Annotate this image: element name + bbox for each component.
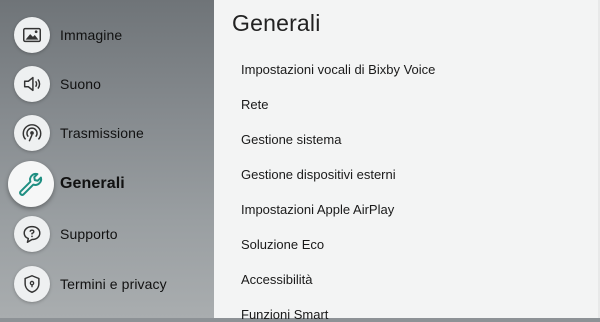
menu-item-rete[interactable]: Rete — [241, 97, 268, 112]
sidebar-item-label: Trasmissione — [60, 125, 144, 141]
menu-item-accessibilita[interactable]: Accessibilità — [241, 272, 313, 287]
speaker-icon — [14, 66, 50, 102]
shield-lock-icon — [14, 266, 50, 302]
sidebar-item-supporto[interactable]: Supporto — [0, 212, 214, 256]
menu-item-gestione-dispositivi-esterni[interactable]: Gestione dispositivi esterni — [241, 167, 396, 182]
wrench-icon — [8, 161, 54, 207]
menu-item-bixby-voice[interactable]: Impostazioni vocali di Bixby Voice — [241, 62, 435, 77]
menu-item-gestione-sistema[interactable]: Gestione sistema — [241, 132, 341, 147]
broadcast-icon — [14, 115, 50, 151]
sidebar-item-termini-e-privacy[interactable]: Termini e privacy — [0, 262, 214, 306]
support-chat-icon — [14, 216, 50, 252]
settings-panel: Generali Impostazioni vocali di Bixby Vo… — [214, 0, 600, 322]
sidebar-item-suono[interactable]: Suono — [0, 62, 214, 106]
picture-icon — [14, 17, 50, 53]
sidebar-item-generali[interactable]: Generali — [0, 161, 214, 207]
sidebar-item-label: Supporto — [60, 226, 118, 242]
sidebar-item-trasmissione[interactable]: Trasmissione — [0, 111, 214, 155]
sidebar: Immagine Suono Trasmissione Generali Sup… — [0, 0, 214, 318]
sidebar-item-label: Immagine — [60, 27, 123, 43]
sidebar-item-label: Generali — [60, 175, 125, 192]
sidebar-item-immagine[interactable]: Immagine — [0, 13, 214, 57]
sidebar-item-label: Termini e privacy — [60, 276, 167, 292]
menu-item-soluzione-eco[interactable]: Soluzione Eco — [241, 237, 324, 252]
page-title: Generali — [232, 10, 321, 36]
menu-item-funzioni-smart[interactable]: Funzioni Smart — [241, 307, 328, 322]
sidebar-item-label: Suono — [60, 76, 101, 92]
menu-item-apple-airplay[interactable]: Impostazioni Apple AirPlay — [241, 202, 394, 217]
